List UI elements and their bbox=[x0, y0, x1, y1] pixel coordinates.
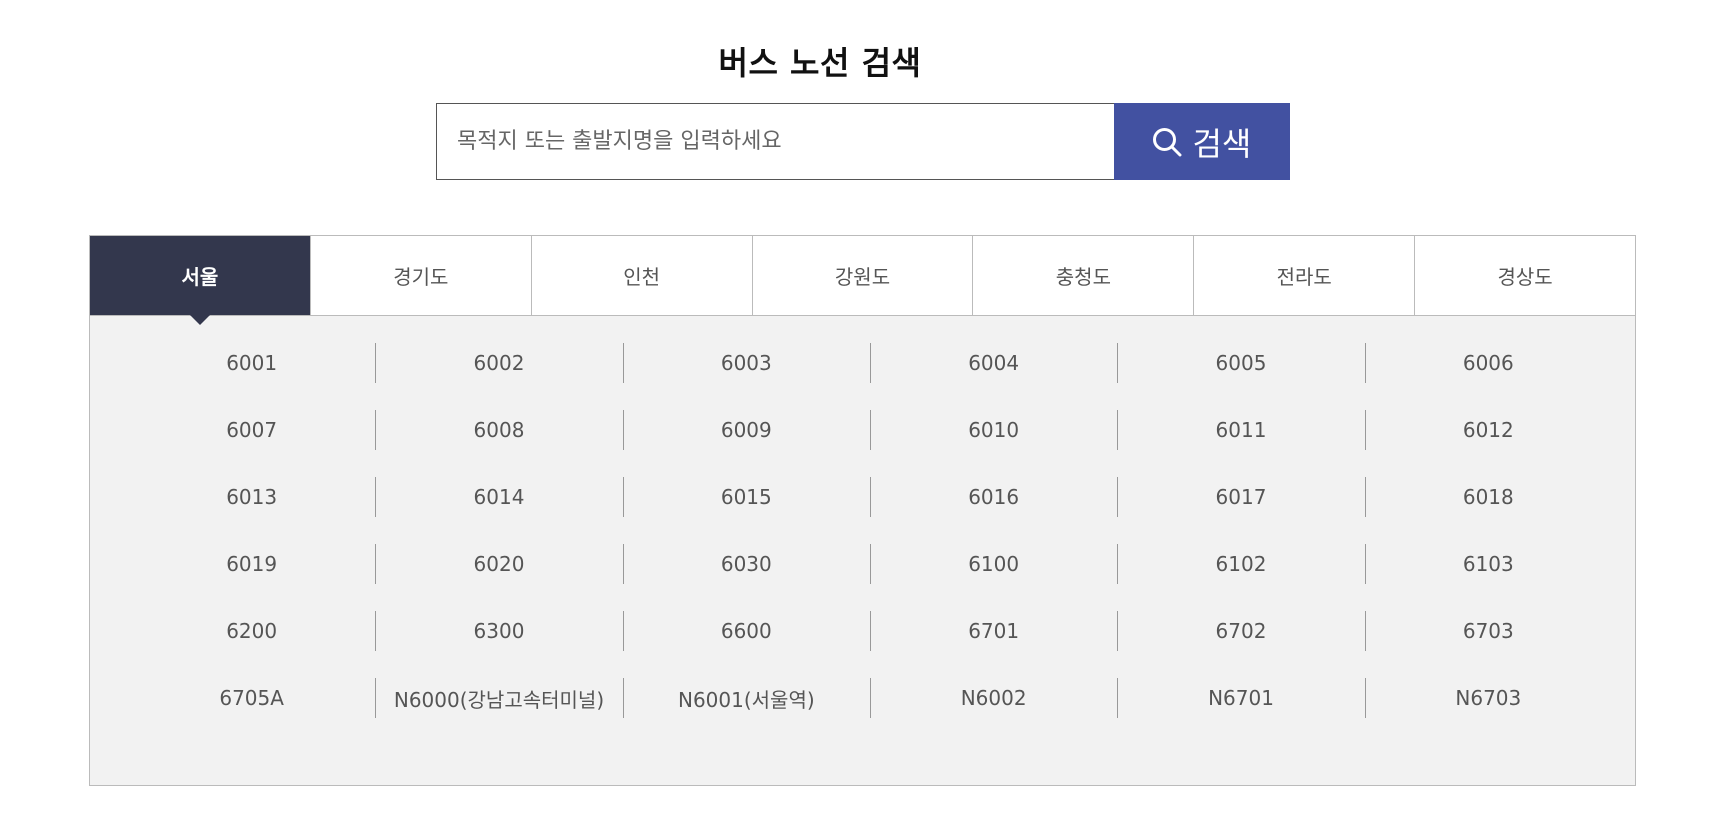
route-item[interactable]: 6701 bbox=[869, 611, 1117, 651]
route-item[interactable]: 6006 bbox=[1364, 343, 1612, 383]
tab-region-5[interactable]: 전라도 bbox=[1193, 236, 1415, 315]
tab-region-4[interactable]: 충청도 bbox=[972, 236, 1194, 315]
route-item[interactable]: 6003 bbox=[622, 343, 870, 383]
route-item[interactable]: 6013 bbox=[128, 477, 375, 517]
page-title: 버스 노선 검색 bbox=[718, 44, 922, 82]
route-item[interactable]: 6019 bbox=[128, 544, 375, 584]
route-item[interactable]: 6008 bbox=[375, 410, 622, 450]
route-item[interactable]: 6011 bbox=[1117, 410, 1364, 450]
route-item[interactable]: 6102 bbox=[1117, 544, 1364, 584]
search-button-label: 검색 bbox=[1192, 124, 1252, 163]
route-item[interactable]: 6100 bbox=[869, 544, 1117, 584]
route-item[interactable]: N6703 bbox=[1364, 678, 1612, 718]
tab-region-3[interactable]: 강원도 bbox=[751, 236, 973, 315]
route-item[interactable]: 6007 bbox=[128, 410, 375, 450]
route-item[interactable]: 6001 bbox=[128, 343, 375, 383]
search-input[interactable] bbox=[436, 103, 1114, 180]
route-item[interactable]: 6703 bbox=[1364, 611, 1612, 651]
route-item[interactable]: 6009 bbox=[622, 410, 870, 450]
search-icon bbox=[1152, 127, 1182, 157]
route-item[interactable]: 6300 bbox=[375, 611, 622, 651]
route-item[interactable]: N6002 bbox=[869, 678, 1117, 718]
tab-region-1[interactable]: 경기도 bbox=[309, 236, 531, 315]
route-list: 6001 6002 6003 6004 6005 6006 6007 6008 6009 6010… bbox=[128, 343, 1612, 745]
route-item[interactable]: N6000(강남고속터미널) bbox=[375, 678, 622, 718]
route-item[interactable]: 6103 bbox=[1364, 544, 1612, 584]
route-item[interactable]: 6010 bbox=[869, 410, 1117, 450]
bus-route-search-page: 버스 노선 검색 검색 서울경기도인천강원도충청도전라도경상도 60016002… bbox=[0, 0, 1721, 825]
tab-region-2[interactable]: 인천 bbox=[530, 236, 752, 315]
route-item[interactable]: 6705A bbox=[128, 678, 375, 718]
route-item[interactable]: 6030 bbox=[622, 544, 870, 584]
route-item[interactable]: 6702 bbox=[1117, 611, 1364, 651]
route-item[interactable]: 6002 bbox=[375, 343, 622, 383]
route-item[interactable]: 6015 bbox=[622, 477, 870, 517]
tab-region-0[interactable]: 서울 bbox=[90, 236, 310, 325]
region-tabs: 서울 경기도 인천 강원도 충청도 전라도 경상도 bbox=[90, 236, 1636, 325]
route-item[interactable]: 6020 bbox=[375, 544, 622, 584]
route-item[interactable]: 6012 bbox=[1364, 410, 1612, 450]
route-item[interactable]: 6200 bbox=[128, 611, 375, 651]
search-bar: 검색 bbox=[436, 103, 1290, 180]
route-item[interactable]: 6017 bbox=[1117, 477, 1364, 517]
region-route-panel: 서울 경기도 인천 강원도 충청도 전라도 경상도 6001 6002 6003 6004 6005… bbox=[89, 235, 1636, 786]
route-item[interactable]: N6001(서울역) bbox=[622, 678, 870, 718]
route-item[interactable]: 6004 bbox=[869, 343, 1117, 383]
route-item[interactable]: 6018 bbox=[1364, 477, 1612, 517]
route-item[interactable]: 6014 bbox=[375, 477, 622, 517]
route-item[interactable]: 6600 bbox=[622, 611, 870, 651]
route-item[interactable]: 6005 bbox=[1117, 343, 1364, 383]
tab-region-6[interactable]: 경상도 bbox=[1414, 236, 1636, 315]
route-item[interactable]: 6016 bbox=[869, 477, 1117, 517]
route-item[interactable]: N6701 bbox=[1117, 678, 1364, 718]
search-button[interactable]: 검색 bbox=[1113, 103, 1290, 180]
